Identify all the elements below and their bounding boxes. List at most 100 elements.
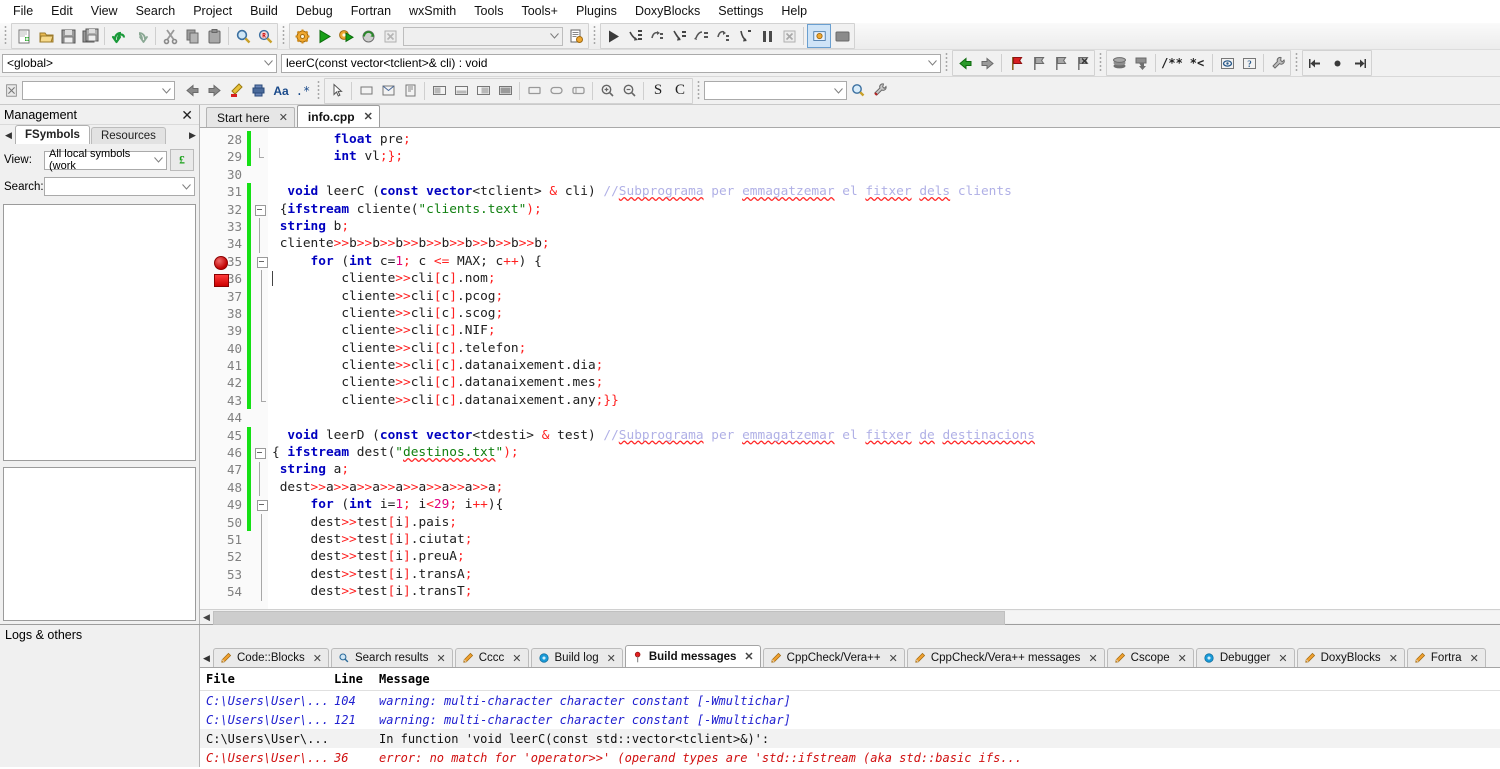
frame-icon[interactable] [399,80,421,102]
prev-icon[interactable] [181,80,203,102]
break-debugger-icon[interactable] [756,25,778,47]
menu-item-help[interactable]: Help [772,1,816,21]
step-out-icon[interactable] [690,25,712,47]
layout4-icon[interactable] [494,80,516,102]
symbols-tree-lower[interactable] [3,467,196,621]
find-icon[interactable] [232,25,254,47]
menu-item-fortran[interactable]: Fortran [342,1,400,21]
table-row[interactable]: C:\Users\User\... In function 'void leerC… [200,729,1500,748]
close-icon[interactable]: ✕ [607,652,616,665]
tab-resources[interactable]: Resources [90,127,166,144]
redo-icon[interactable] [130,25,152,47]
code-mode-button[interactable]: C [669,80,691,102]
undo-icon[interactable] [108,25,130,47]
logs-tab-search-results[interactable]: Search results ✕ [330,648,453,667]
fold-toggle-icon[interactable] [257,256,268,268]
close-icon[interactable]: ✕ [1088,652,1097,665]
logs-tab-build-log[interactable]: Build log ✕ [530,648,623,667]
fold-margin[interactable] [254,128,268,609]
menu-item-settings[interactable]: Settings [709,1,772,21]
stop-debugger-icon[interactable] [778,25,800,47]
save-all-icon[interactable] [79,25,101,47]
logs-tab-cppcheck-vera-[interactable]: CppCheck/Vera++ ✕ [762,648,905,667]
scope-combo[interactable]: <global> [2,53,277,73]
step-into-instruction-icon[interactable] [734,25,756,47]
doxyblocks-extract-icon[interactable] [1130,52,1152,74]
code-editor[interactable]: 28 29 30 31 32 33 34 35 36 37 38 39 40 41 42 43 44 45 46 47… [200,128,1500,609]
menu-item-file[interactable]: File [4,1,42,21]
close-icon[interactable]: ✕ [279,111,288,124]
toolbar-grip[interactable] [943,53,950,73]
find-input[interactable] [704,81,847,100]
save-icon[interactable] [57,25,79,47]
menu-item-build[interactable]: Build [241,1,287,21]
sizer3-icon[interactable] [567,80,589,102]
fold-toggle-icon[interactable] [257,500,268,512]
breakpoint-icon[interactable] [214,255,228,270]
close-icon[interactable]: ✕ [1178,652,1187,665]
scroll-left-icon[interactable]: ◀ [200,611,213,624]
build-icon[interactable] [291,25,313,47]
flag-red-icon[interactable] [1005,52,1027,74]
close-icon[interactable]: ✕ [1278,652,1287,665]
close-icon[interactable]: ✕ [512,652,521,665]
rebuild-icon[interactable] [357,25,379,47]
case-icon[interactable]: Aa [269,80,293,102]
new-file-icon[interactable] [13,25,35,47]
logs-tab-doxyblocks[interactable]: DoxyBlocks ✕ [1296,648,1405,667]
close-icon[interactable]: ✕ [1470,652,1479,665]
logs-tab-debugger[interactable]: Debugger ✕ [1195,648,1295,667]
layout3-icon[interactable] [472,80,494,102]
table-row[interactable]: C:\Users\User\... 36 error: no match for '… [200,748,1500,767]
forward-icon[interactable] [976,52,998,74]
highlight-icon[interactable] [225,80,247,102]
flag-prev-icon[interactable] [1049,52,1071,74]
menu-item-tools-[interactable]: Tools+ [512,1,566,21]
panel-icon[interactable] [355,80,377,102]
menu-item-doxyblocks[interactable]: DoxyBlocks [626,1,709,21]
source-mode-button[interactable]: S [647,80,669,102]
menu-item-edit[interactable]: Edit [42,1,82,21]
hscroll-thumb[interactable] [213,611,1005,625]
zoom-out-icon[interactable] [618,80,640,102]
next-instruction-icon[interactable] [712,25,734,47]
doxyblocks-config-icon[interactable] [1267,52,1289,74]
tab-scroll-left-icon[interactable]: ◀ [2,127,15,144]
run-icon[interactable] [313,25,335,47]
comment-line-icon[interactable]: *< [1185,52,1209,74]
code-text[interactable]: float pre; int vl;}; void leerC (const v… [268,128,1500,609]
flag-next-icon[interactable] [1027,52,1049,74]
refresh-fortran-icon[interactable]: £ [170,149,194,171]
comment-block-icon[interactable]: /** [1159,52,1185,74]
error-marker-icon[interactable] [214,274,229,288]
logs-tab-build-messages[interactable]: Build messages ✕ [624,645,761,667]
jump-forward-icon[interactable] [1348,52,1370,74]
goto-symbol-icon[interactable] [0,80,22,102]
logs-tab-cppcheck-vera-messages[interactable]: CppCheck/Vera++ messages ✕ [906,648,1105,667]
toolbar-grip[interactable] [591,26,598,46]
logs-tab-cccc[interactable]: Cccc ✕ [454,648,529,667]
menu-item-project[interactable]: Project [184,1,241,21]
debug-continue-icon[interactable] [602,25,624,47]
close-icon[interactable]: ✕ [889,652,898,665]
goto-combo[interactable] [22,81,175,100]
tab-scroll-right-icon[interactable]: ▶ [186,127,199,144]
logs-tab-code-blocks[interactable]: Code::Blocks ✕ [213,648,329,667]
pointer-icon[interactable] [326,80,348,102]
fold-toggle-icon[interactable] [255,204,266,216]
flag-clear-icon[interactable] [1071,52,1093,74]
menu-item-wxsmith[interactable]: wxSmith [400,1,465,21]
view-combo[interactable]: All local symbols (work [44,148,167,172]
abort-icon[interactable] [379,25,401,47]
toolbar-grip[interactable] [1293,53,1300,73]
build-target-combo[interactable] [403,26,563,46]
jump-home-icon[interactable] [1326,52,1348,74]
copy-icon[interactable] [181,25,203,47]
editor-hscrollbar[interactable]: ◀ [200,609,1500,625]
next-line-icon[interactable] [646,25,668,47]
settings-wrench-icon[interactable] [869,80,891,102]
table-row[interactable]: C:\Users\User\... 104 warning: multi-chara… [200,691,1500,710]
menu-item-view[interactable]: View [82,1,127,21]
toolbar-grip[interactable] [2,26,9,46]
zoom-in-icon[interactable] [596,80,618,102]
